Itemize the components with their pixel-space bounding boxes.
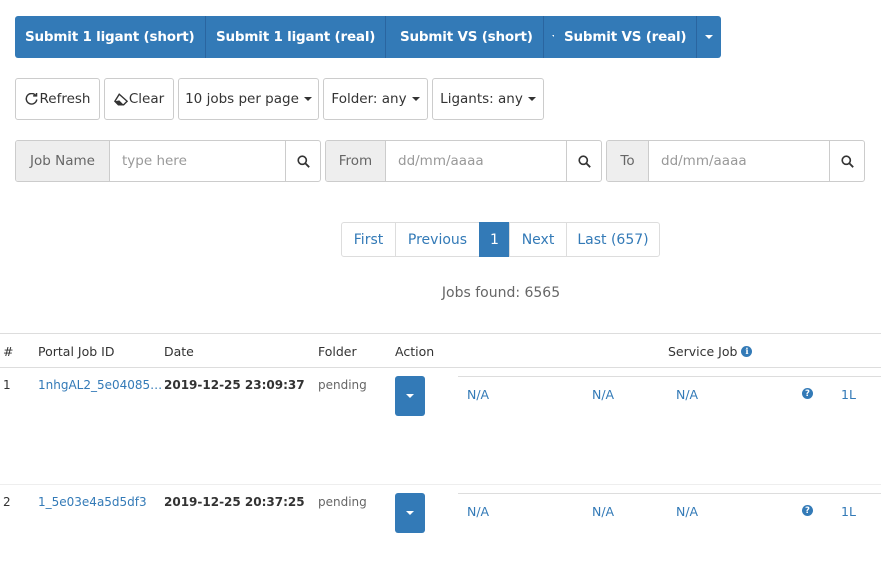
row-1-service-divider (458, 376, 881, 377)
refresh-label: Refresh (39, 91, 91, 107)
row-1-folder: pending (318, 378, 367, 392)
column-header-date: Date (164, 344, 194, 359)
folder-dropdown[interactable]: Folder: any (323, 78, 428, 120)
jobs-found-count: Jobs found: 6565 (441, 285, 561, 301)
from-date-input[interactable]: dd/mm/aaaa (386, 141, 566, 181)
caret-down-icon (406, 511, 414, 515)
info-icon: i (741, 346, 753, 357)
row-1-service-na-2: N/A (592, 387, 615, 402)
from-date-filter: From dd/mm/aaaa (325, 140, 602, 182)
column-header-folder: Folder (318, 344, 357, 359)
row-1-action-button[interactable] (395, 376, 425, 416)
row-2-service-na-1: N/A (467, 504, 490, 519)
row-2-divider (0, 484, 881, 485)
page-first[interactable]: First (341, 222, 396, 257)
refresh-icon (25, 92, 38, 105)
submit-vs-short-group: Submit VS (short) (390, 16, 568, 58)
row-2-ligants[interactable]: 1L (841, 504, 856, 519)
column-header-action: Action (395, 344, 435, 359)
caret-down-icon (303, 97, 312, 101)
submit-1-ligant-real-group: Submit 1 ligant (real) (206, 16, 411, 58)
submit-1-ligant-short-button[interactable]: Submit 1 ligant (short) (15, 16, 206, 58)
search-icon (296, 154, 310, 168)
to-search-button[interactable] (829, 141, 864, 181)
clear-label: Clear (128, 91, 165, 107)
search-icon (577, 154, 591, 168)
submit-vs-short-button[interactable]: Submit VS (short) (390, 16, 544, 58)
job-name-addon: Job Name (16, 141, 110, 181)
row-2-date: 2019-12-25 20:37:25 (164, 495, 305, 509)
row-2-num: 2 (3, 495, 11, 509)
ligants-dropdown[interactable]: Ligants: any (432, 78, 544, 120)
row-1-ligants[interactable]: 1L (841, 387, 856, 402)
caret-down-icon (705, 35, 714, 39)
page-next[interactable]: Next (509, 222, 567, 257)
eraser-icon (113, 92, 128, 105)
row-2-service-divider (458, 493, 881, 494)
caret-down-icon (406, 394, 414, 398)
table-top-border (0, 333, 881, 334)
refresh-button[interactable]: Refresh (15, 78, 100, 120)
page-current[interactable]: 1 (479, 222, 510, 257)
ligants-label: Ligants: any (440, 91, 523, 107)
submit-1-ligant-real-button[interactable]: Submit 1 ligant (real) (206, 16, 387, 58)
job-name-input[interactable]: type here (110, 141, 285, 181)
to-date-filter: To dd/mm/aaaa (606, 140, 865, 182)
row-2-service-na-3: N/A (676, 504, 699, 519)
question-icon[interactable]: ? (802, 505, 813, 516)
row-1-service-na-1: N/A (467, 387, 490, 402)
submit-vs-real-group: Submit VS (real) (554, 16, 722, 58)
job-name-filter: Job Name type here (15, 140, 321, 182)
row-2-portal-job-id[interactable]: 1_5e03e4a5d5df3 (38, 495, 147, 509)
caret-down-icon (411, 97, 420, 101)
page-last[interactable]: Last (657) (566, 222, 660, 257)
column-header-num: # (3, 344, 14, 359)
job-name-search-button[interactable] (285, 141, 320, 181)
service-job-label: Service Job (668, 344, 738, 359)
table-header-border (0, 367, 881, 368)
caret-down-icon (527, 97, 536, 101)
clear-button[interactable]: Clear (104, 78, 174, 120)
row-1-portal-job-id[interactable]: 1nhgAL2_5e04085… (38, 378, 162, 392)
jobs-per-page-label: 10 jobs per page (185, 91, 299, 107)
search-icon (840, 154, 854, 168)
submit-vs-real-button[interactable]: Submit VS (real) (554, 16, 698, 58)
row-2-folder: pending (318, 495, 367, 509)
jobs-per-page-dropdown[interactable]: 10 jobs per page (178, 78, 319, 120)
row-1-num: 1 (3, 378, 11, 392)
question-icon[interactable]: ? (802, 388, 813, 399)
submit-1-ligant-short-group: Submit 1 ligant (short) (15, 16, 230, 58)
pagination: First Previous 1 Next Last (657) (341, 222, 660, 257)
to-date-input[interactable]: dd/mm/aaaa (649, 141, 829, 181)
column-header-service-job: Service Job i (668, 344, 753, 359)
to-addon: To (607, 141, 649, 181)
submit-vs-real-dropdown[interactable] (697, 16, 722, 58)
folder-label: Folder: any (331, 91, 407, 107)
row-1-date: 2019-12-25 23:09:37 (164, 378, 305, 392)
page-previous[interactable]: Previous (395, 222, 480, 257)
column-header-portal-job-id: Portal Job ID (38, 344, 115, 359)
row-2-action-button[interactable] (395, 493, 425, 533)
from-addon: From (326, 141, 386, 181)
row-2-service-na-2: N/A (592, 504, 615, 519)
row-1-service-na-3: N/A (676, 387, 699, 402)
from-search-button[interactable] (566, 141, 601, 181)
